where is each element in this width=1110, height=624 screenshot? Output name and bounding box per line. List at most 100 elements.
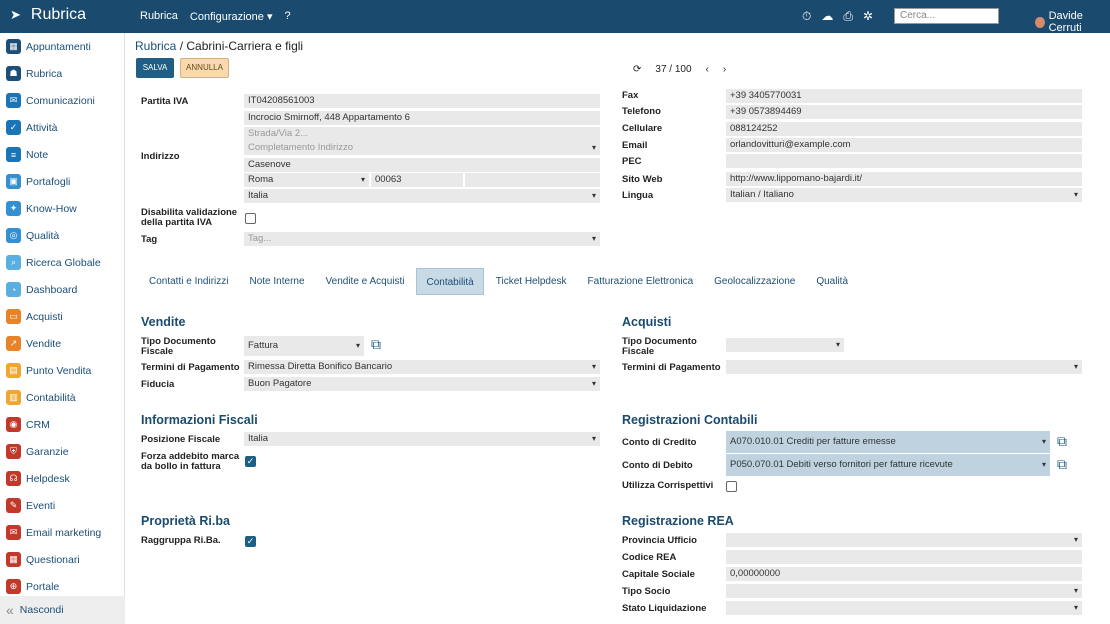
tab-contabilita[interactable]: Contabilità	[416, 268, 484, 295]
top-icons: ⏱ ☁ ⎙ ✲	[802, 9, 873, 24]
address-completion-select[interactable]: Completamento Indirizzo	[244, 141, 600, 155]
phone-field[interactable]: +39 0573894469	[726, 105, 1082, 119]
search-input[interactable]: Cerca...	[894, 8, 999, 24]
capitale-sociale-field[interactable]: 0,00000000	[726, 567, 1082, 581]
sidebar-item-helpdesk[interactable]: ☊ Helpdesk	[0, 465, 124, 492]
sidebar-item-know-how[interactable]: ✦ Know-How	[0, 195, 124, 222]
sidebar-item-label: Note	[26, 148, 49, 161]
tab-geolocalizzazione[interactable]: Geolocalizzazione	[705, 268, 804, 295]
tab-ticket-helpdesk[interactable]: Ticket Helpdesk	[487, 268, 576, 295]
cap-field[interactable]: 00063	[371, 173, 463, 187]
fiducia-select[interactable]: Buon Pagatore	[244, 377, 600, 391]
sidebar-item-contabilit-[interactable]: ▥ Contabilità	[0, 384, 124, 411]
sidebar-item-email-marketing[interactable]: ✉ Email marketing	[0, 519, 124, 546]
pec-field[interactable]	[726, 154, 1082, 168]
tipo-socio-select[interactable]	[726, 584, 1082, 598]
sidebar-item-label: Appuntamenti	[26, 40, 91, 53]
sidebar-item-attivit-[interactable]: ✓ Attività	[0, 114, 124, 141]
sidebar-item-label: Portale	[26, 580, 60, 593]
next-record-icon[interactable]: ›	[723, 64, 726, 75]
save-button[interactable]: SALVA	[136, 58, 174, 78]
sidebar-item-qualit-[interactable]: ◎ Qualità	[0, 222, 124, 249]
timer-icon[interactable]: ⏱	[802, 9, 811, 24]
prev-record-icon[interactable]: ‹	[706, 64, 709, 75]
sidebar-item-note[interactable]: ≡ Note	[0, 141, 124, 168]
hide-sidebar-button[interactable]: « Nascondi	[0, 596, 125, 624]
breadcrumb-root[interactable]: Rubrica	[135, 39, 176, 53]
sidebar-item-ricerca-globale[interactable]: ⌕ Ricerca Globale	[0, 249, 124, 276]
language-select[interactable]: Italian / Italiano	[726, 188, 1082, 202]
user-menu[interactable]: Davide Cerruti	[1035, 10, 1110, 34]
sidebar-item-garanzie[interactable]: ⛨ Garanzie	[0, 438, 124, 465]
tab-note-interne[interactable]: Note Interne	[240, 268, 313, 295]
sidebar-item-label: Qualità	[26, 229, 60, 242]
sidebar-item-appuntamenti[interactable]: ▦ Appuntamenti	[0, 33, 124, 60]
lingua-label: Lingua	[622, 190, 654, 201]
app-brand[interactable]: ➤ Rubrica	[10, 6, 86, 24]
vendite-doc-type-select[interactable]: Fattura	[244, 336, 364, 356]
sidebar-item-label: Dashboard	[26, 283, 78, 296]
codice-rea-field[interactable]	[726, 550, 1082, 564]
country-select[interactable]: Italia	[244, 189, 600, 203]
sidebar-item-questionari[interactable]: ▦ Questionari	[0, 546, 124, 573]
fiscal-position-select[interactable]: Italia	[244, 432, 600, 446]
nav-rubrica[interactable]: Rubrica	[140, 10, 178, 23]
sidebar-item-crm[interactable]: ◉ CRM	[0, 411, 124, 438]
sidebar-item-vendite[interactable]: ↗ Vendite	[0, 330, 124, 357]
province-select[interactable]: Roma	[244, 173, 369, 187]
sidebar-item-portafogli[interactable]: ▣ Portafogli	[0, 168, 124, 195]
city-field[interactable]: Casenove	[244, 158, 600, 172]
double-chevron-left-icon: «	[6, 602, 14, 618]
external-link-icon[interactable]: ⧉	[371, 336, 381, 353]
sidebar-item-acquisti[interactable]: ▭ Acquisti	[0, 303, 124, 330]
sidebar-item-comunicazioni[interactable]: ✉ Comunicazioni	[0, 87, 124, 114]
email-field[interactable]: orlandovitturi@example.com	[726, 138, 1082, 152]
stato-liquidazione-select[interactable]	[726, 601, 1082, 615]
sidebar-module-icon: ▤	[6, 363, 21, 378]
nav-help[interactable]: ?	[284, 10, 290, 23]
credit-account-select[interactable]: A070.010.01 Crediti per fatture emesse	[726, 431, 1050, 453]
refresh-icon[interactable]: ⟳	[633, 64, 641, 75]
mobile-field[interactable]: 088124252	[726, 122, 1082, 136]
tab-contatti[interactable]: Contatti e Indirizzi	[140, 268, 237, 295]
tab-qualita[interactable]: Qualità	[807, 268, 857, 295]
tab-vendite-acquisti[interactable]: Vendite e Acquisti	[317, 268, 414, 295]
loading-icon[interactable]: ✲	[863, 9, 873, 24]
tag-select[interactable]: Tag...	[244, 232, 600, 246]
capitale-sociale-label: Capitale Sociale	[622, 569, 695, 580]
sidebar-item-label: Ricerca Globale	[26, 256, 101, 269]
vendite-payment-terms-select[interactable]: Rimessa Diretta Bonifico Bancario	[244, 360, 600, 374]
sidebar-item-eventi[interactable]: ✎ Eventi	[0, 492, 124, 519]
print-icon[interactable]: ⎙	[843, 9, 853, 24]
sidebar-module-icon: ≡	[6, 147, 21, 162]
sidebar-item-punto-vendita[interactable]: ▤ Punto Vendita	[0, 357, 124, 384]
tab-fatturazione-elettronica[interactable]: Fatturazione Elettronica	[579, 268, 703, 295]
acquisti-doc-type-select[interactable]	[726, 338, 844, 352]
disable-vat-validation-checkbox[interactable]	[245, 213, 256, 224]
provincia-ufficio-select[interactable]	[726, 533, 1082, 547]
fiscali-heading: Informazioni Fiscali	[141, 413, 258, 427]
piva-field[interactable]: IT04208561003	[244, 94, 600, 108]
address-street-field[interactable]: Incrocio Smirnoff, 448 Appartamento 6	[244, 111, 600, 125]
sidebar-module-icon: ◎	[6, 228, 21, 243]
raggruppa-riba-checkbox[interactable]: ✓	[245, 536, 256, 547]
acquisti-payment-terms-select[interactable]	[726, 360, 1082, 374]
debit-external-link-icon[interactable]: ⧉	[1057, 456, 1067, 473]
website-field[interactable]: http://www.lippomano-bajardi.it/	[726, 172, 1082, 186]
debit-account-select[interactable]: P050.070.01 Debiti verso fornitori per f…	[726, 454, 1050, 476]
address-extra-field[interactable]	[465, 173, 600, 187]
sidebar-item-dashboard[interactable]: ◔ Dashboard	[0, 276, 124, 303]
credit-external-link-icon[interactable]: ⧉	[1057, 433, 1067, 450]
fax-field[interactable]: +39 3405770031	[726, 89, 1082, 103]
cancel-button[interactable]: ANNULLA	[180, 58, 229, 78]
sidebar-item-rubrica[interactable]: ☗ Rubrica	[0, 60, 124, 87]
forza-bollo-checkbox[interactable]: ✓	[245, 456, 256, 467]
chat-icon[interactable]: ☁	[821, 9, 833, 24]
corrispettivi-checkbox[interactable]	[726, 481, 737, 492]
address-street2-field[interactable]: Strada/Via 2...	[244, 127, 600, 141]
sidebar-item-label: Email marketing	[26, 526, 102, 539]
sidebar-module-icon: ✉	[6, 93, 21, 108]
conto-credito-label: Conto di Credito	[622, 437, 697, 448]
sidebar-module-icon: ✓	[6, 120, 21, 135]
nav-configurazione[interactable]: Configurazione ▾	[190, 10, 273, 23]
